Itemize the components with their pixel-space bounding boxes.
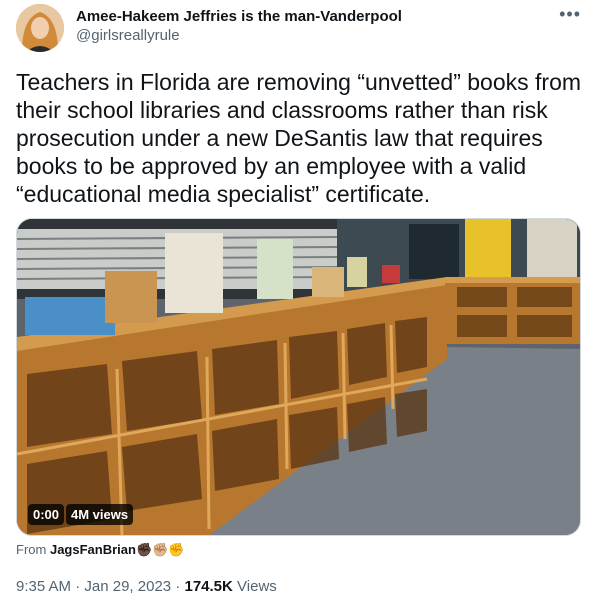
avatar-image [16, 4, 64, 52]
tweet-meta: 9:35 AM · Jan 29, 2023 · 174.5K Views [16, 578, 277, 595]
source-attribution: From JagsFanBrian✊🏿✊🏼✊ [16, 542, 185, 558]
view-count: 174.5K [184, 578, 233, 595]
video-player[interactable] [16, 218, 581, 536]
avatar[interactable] [16, 4, 64, 52]
tweet-time[interactable]: 9:35 AM [16, 578, 71, 595]
video-view-count: 4M views [66, 504, 134, 525]
video-thumbnail [17, 219, 580, 535]
from-label: From [16, 542, 47, 557]
emoji-fists: ✊🏿✊🏼✊ [135, 542, 185, 557]
author-display-name[interactable]: Amee-Hakeem Jeffries is the man-Vanderpo… [76, 8, 402, 25]
source-link[interactable]: JagsFanBrian [50, 542, 136, 557]
views-label: Views [237, 578, 277, 595]
author-handle[interactable]: @girlsreallyrule [76, 27, 180, 44]
video-timestamp: 0:00 [28, 504, 65, 525]
more-options-icon[interactable]: ••• [559, 4, 581, 25]
tweet-text: Teachers in Florida are removing “unvett… [16, 69, 582, 207]
tweet-date[interactable]: Jan 29, 2023 [84, 578, 171, 595]
